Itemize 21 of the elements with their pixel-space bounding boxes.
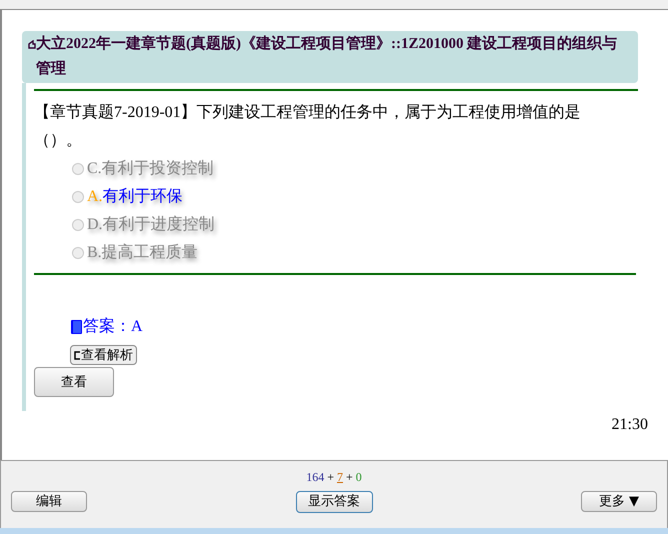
option-label: D.有利于进度控制 [87, 214, 215, 235]
option-label: C.有利于投资控制 [87, 158, 214, 179]
option-label: B.提高工程质量 [87, 242, 198, 263]
time-text: 21:30 [612, 415, 648, 435]
tag-icon [28, 40, 36, 49]
radio-button[interactable] [72, 247, 84, 259]
bracket-icon [74, 350, 81, 360]
option-label: A.有利于环保 [87, 186, 183, 207]
book-icon [70, 319, 83, 335]
chapter-title: 大立2022年一建章节题(真题版)《建设工程项目管理》::1Z201000 建设工程项目的组织与管理 [36, 34, 618, 79]
show-answer-button[interactable]: 显示答案 [296, 491, 372, 513]
question-text: 【章节真题7-2019-01】下列建设工程管理的任务中，属于为工程使用增值的是（）。 [34, 102, 582, 151]
more-button[interactable]: 更多 ▼ [581, 491, 657, 512]
radio-button[interactable] [72, 163, 84, 175]
analysis-button[interactable]: 查看解析 [70, 345, 137, 365]
radio-button[interactable] [72, 219, 84, 231]
edit-button[interactable]: 编辑 [11, 491, 87, 512]
view-button[interactable]: 查看 [34, 367, 114, 397]
radio-button[interactable] [72, 191, 84, 203]
answer-text: 答案：A [83, 316, 143, 337]
count-summary: 164 + 7 + 0 [306, 469, 362, 486]
